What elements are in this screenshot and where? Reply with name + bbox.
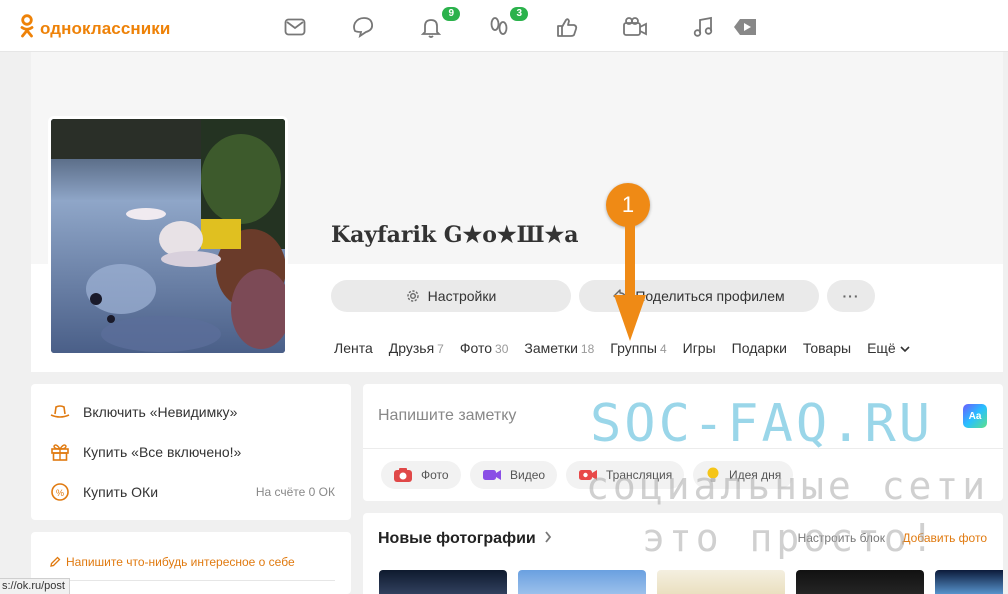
- invisible-mode-label: Включить «Невидимку»: [83, 404, 238, 420]
- chevron-right-icon: [544, 531, 552, 543]
- camera-icon: [393, 467, 413, 483]
- top-bar: одноклассники 9 3: [0, 0, 1008, 52]
- buy-ok-label: Купить ОКи: [83, 484, 159, 500]
- browser-status-url: s://ok.ru/post: [0, 578, 70, 594]
- discussions-icon[interactable]: [350, 14, 376, 40]
- more-actions-button[interactable]: ···: [827, 280, 875, 312]
- about-card: Напишите что-нибудь интересное о себе: [31, 532, 351, 594]
- video-camera-icon: [482, 467, 502, 483]
- hat-icon: [49, 404, 71, 420]
- tab-more[interactable]: Ещё: [867, 340, 910, 356]
- messages-icon[interactable]: [282, 14, 308, 40]
- share-label: Поделиться профилем: [635, 288, 785, 304]
- watermark-title: SOC-FAQ.RU: [590, 394, 934, 454]
- invisible-mode-item[interactable]: Включить «Невидимку»: [31, 392, 351, 432]
- new-photos-title[interactable]: Новые фотографии: [378, 530, 552, 548]
- photo-thumb[interactable]: [657, 570, 785, 594]
- photo-thumb[interactable]: [518, 570, 646, 594]
- tab-gifts[interactable]: Подарки: [732, 340, 787, 356]
- all-inclusive-item[interactable]: Купить «Все включено!»: [31, 432, 351, 472]
- logo-text: одноклассники: [40, 18, 171, 38]
- balance-label: На счёте 0 ОК: [255, 485, 335, 499]
- ok-coin-icon: %: [49, 482, 71, 502]
- ok-logo-icon: [20, 14, 34, 43]
- notifications-badge: 9: [442, 7, 460, 21]
- left-menu-card: Включить «Невидимку» Купить «Все включен…: [31, 384, 351, 520]
- music-icon[interactable]: [690, 14, 716, 40]
- tab-feed[interactable]: Лента: [334, 340, 373, 356]
- photo-thumb[interactable]: [379, 570, 507, 594]
- watermark-subtitle: социальные сети: [586, 464, 990, 508]
- photo-thumb[interactable]: [796, 570, 924, 594]
- notifications-icon[interactable]: 9: [418, 7, 460, 40]
- photo-chip-label: Фото: [421, 468, 449, 482]
- tab-photos[interactable]: Фото 30: [460, 340, 509, 356]
- step-marker: 1: [606, 183, 650, 227]
- tab-products[interactable]: Товары: [803, 340, 851, 356]
- about-divider: [49, 580, 335, 581]
- watermark-tagline: это просто!: [642, 516, 938, 560]
- tab-notes[interactable]: Заметки 18: [524, 340, 594, 356]
- events-icon[interactable]: [554, 14, 580, 40]
- pointer-arrow-icon: [610, 225, 650, 350]
- about-prompt[interactable]: Напишите что-нибудь интересное о себе: [49, 555, 295, 569]
- profile-card: Kayfarik G★o★Ш★a Настройки Поделиться пр…: [31, 52, 1003, 372]
- buy-ok-item[interactable]: % Купить ОКи На счёте 0 ОК: [31, 472, 351, 512]
- about-placeholder: Напишите что-нибудь интересное о себе: [66, 555, 295, 569]
- settings-button[interactable]: Настройки: [331, 280, 571, 312]
- video-calls-icon[interactable]: [622, 14, 648, 40]
- photo-chip[interactable]: Фото: [381, 461, 461, 489]
- tab-games[interactable]: Игры: [683, 340, 716, 356]
- logo[interactable]: одноклассники: [20, 14, 170, 43]
- svg-text:%: %: [56, 488, 64, 498]
- more-dots-icon: ···: [842, 288, 860, 304]
- note-input[interactable]: Напишите заметку: [378, 407, 516, 425]
- gift-icon: [49, 442, 71, 462]
- video-chip-label: Видео: [510, 468, 546, 482]
- video-chip[interactable]: Видео: [470, 461, 558, 489]
- photo-thumb[interactable]: [935, 570, 1003, 594]
- chevron-down-icon: [900, 340, 910, 356]
- guests-badge: 3: [510, 7, 528, 21]
- settings-label: Настройки: [427, 288, 497, 304]
- pencil-icon: [49, 556, 61, 568]
- video-icon[interactable]: [732, 14, 758, 40]
- profile-name: Kayfarik G★o★Ш★a: [331, 222, 579, 248]
- tab-friends[interactable]: Друзья 7: [389, 340, 444, 356]
- gear-icon: [406, 289, 420, 303]
- text-style-icon[interactable]: Aa: [963, 404, 987, 428]
- all-inclusive-label: Купить «Все включено!»: [83, 444, 242, 460]
- guests-icon[interactable]: 3: [486, 7, 528, 40]
- profile-avatar[interactable]: [48, 116, 288, 356]
